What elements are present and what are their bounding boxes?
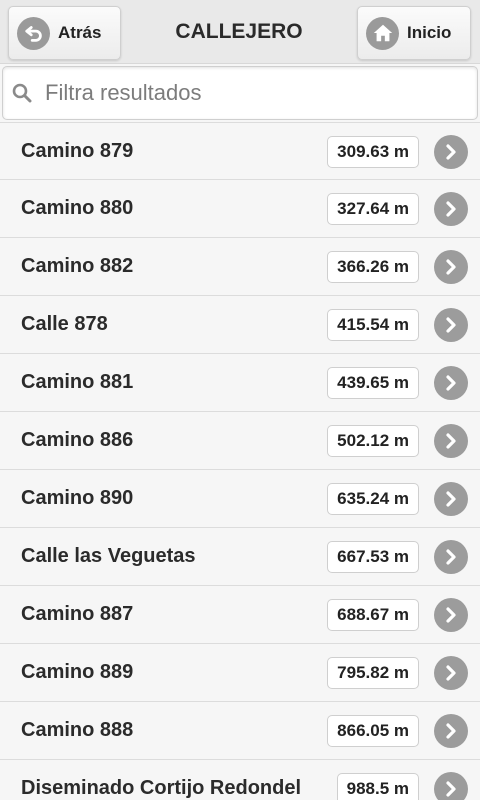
- street-name: Camino 880: [21, 197, 134, 219]
- list-item[interactable]: Camino 888 866.05 m: [0, 702, 480, 760]
- chevron-right-icon[interactable]: [434, 192, 468, 226]
- distance-badge: 327.64 m: [327, 193, 419, 225]
- distance-badge: 866.05 m: [327, 715, 419, 747]
- street-name: Diseminado Cortijo Redondel: [21, 777, 302, 799]
- street-name: Camino 889: [21, 661, 134, 683]
- home-button-label: Inicio: [407, 23, 452, 42]
- list-item[interactable]: Camino 887 688.67 m: [0, 586, 480, 644]
- chevron-right-icon[interactable]: [434, 714, 468, 748]
- distance-badge: 688.67 m: [327, 599, 419, 631]
- list-item[interactable]: Camino 881 439.65 m: [0, 354, 480, 412]
- chevron-right-icon[interactable]: [434, 366, 468, 400]
- chevron-right-icon[interactable]: [434, 308, 468, 342]
- distance-badge: 988.5 m: [336, 773, 419, 800]
- street-name: Camino 887: [21, 603, 134, 625]
- street-name: Camino 888: [21, 719, 134, 741]
- search-bar: [2, 66, 478, 120]
- distance-badge: 795.82 m: [327, 657, 419, 689]
- list-item[interactable]: Calle las Veguetas 667.53 m: [0, 528, 480, 586]
- street-name: Camino 890: [21, 487, 134, 509]
- list-item[interactable]: Camino 880 327.64 m: [0, 180, 480, 238]
- list-item[interactable]: Camino 882 366.26 m: [0, 238, 480, 296]
- distance-badge: 439.65 m: [327, 367, 419, 399]
- street-name: Calle las Veguetas: [21, 545, 196, 567]
- list-item[interactable]: Camino 879 309.63 m: [0, 122, 480, 180]
- distance-badge: 635.24 m: [327, 483, 419, 515]
- header-bar: Atrás CALLEJERO Inicio: [0, 0, 480, 64]
- list-item[interactable]: Camino 889 795.82 m: [0, 644, 480, 702]
- chevron-right-icon[interactable]: [434, 424, 468, 458]
- distance-badge: 366.26 m: [327, 251, 419, 283]
- home-button[interactable]: Inicio: [357, 6, 471, 60]
- list-item[interactable]: Camino 886 502.12 m: [0, 412, 480, 470]
- list-item[interactable]: Diseminado Cortijo Redondel 988.5 m: [0, 760, 480, 800]
- chevron-right-icon[interactable]: [434, 598, 468, 632]
- chevron-right-icon[interactable]: [434, 250, 468, 284]
- chevron-right-icon[interactable]: [434, 656, 468, 690]
- list-item[interactable]: Calle 878 415.54 m: [0, 296, 480, 354]
- distance-badge: 667.53 m: [327, 541, 419, 573]
- chevron-right-icon[interactable]: [434, 772, 468, 800]
- home-icon: [366, 16, 399, 50]
- back-button[interactable]: Atrás: [8, 6, 121, 60]
- chevron-right-icon[interactable]: [434, 135, 468, 169]
- chevron-right-icon[interactable]: [434, 540, 468, 574]
- distance-badge: 309.63 m: [327, 136, 419, 168]
- street-name: Camino 879: [21, 140, 134, 162]
- street-name: Camino 881: [21, 371, 134, 393]
- street-name: Camino 886: [21, 429, 134, 451]
- search-icon: [12, 83, 32, 103]
- distance-badge: 502.12 m: [327, 425, 419, 457]
- chevron-right-icon[interactable]: [434, 482, 468, 516]
- distance-badge: 415.54 m: [327, 309, 419, 341]
- street-name: Calle 878: [21, 313, 108, 335]
- results-list: Camino 879 309.63 m Camino 880 327.64 m Cami…: [0, 122, 480, 800]
- back-button-label: Atrás: [58, 23, 102, 42]
- page-title: CALLEJERO: [175, 20, 303, 43]
- street-name: Camino 882: [21, 255, 134, 277]
- list-item[interactable]: Camino 890 635.24 m: [0, 470, 480, 528]
- search-input[interactable]: [45, 80, 445, 106]
- back-arrow-icon: [17, 16, 50, 50]
